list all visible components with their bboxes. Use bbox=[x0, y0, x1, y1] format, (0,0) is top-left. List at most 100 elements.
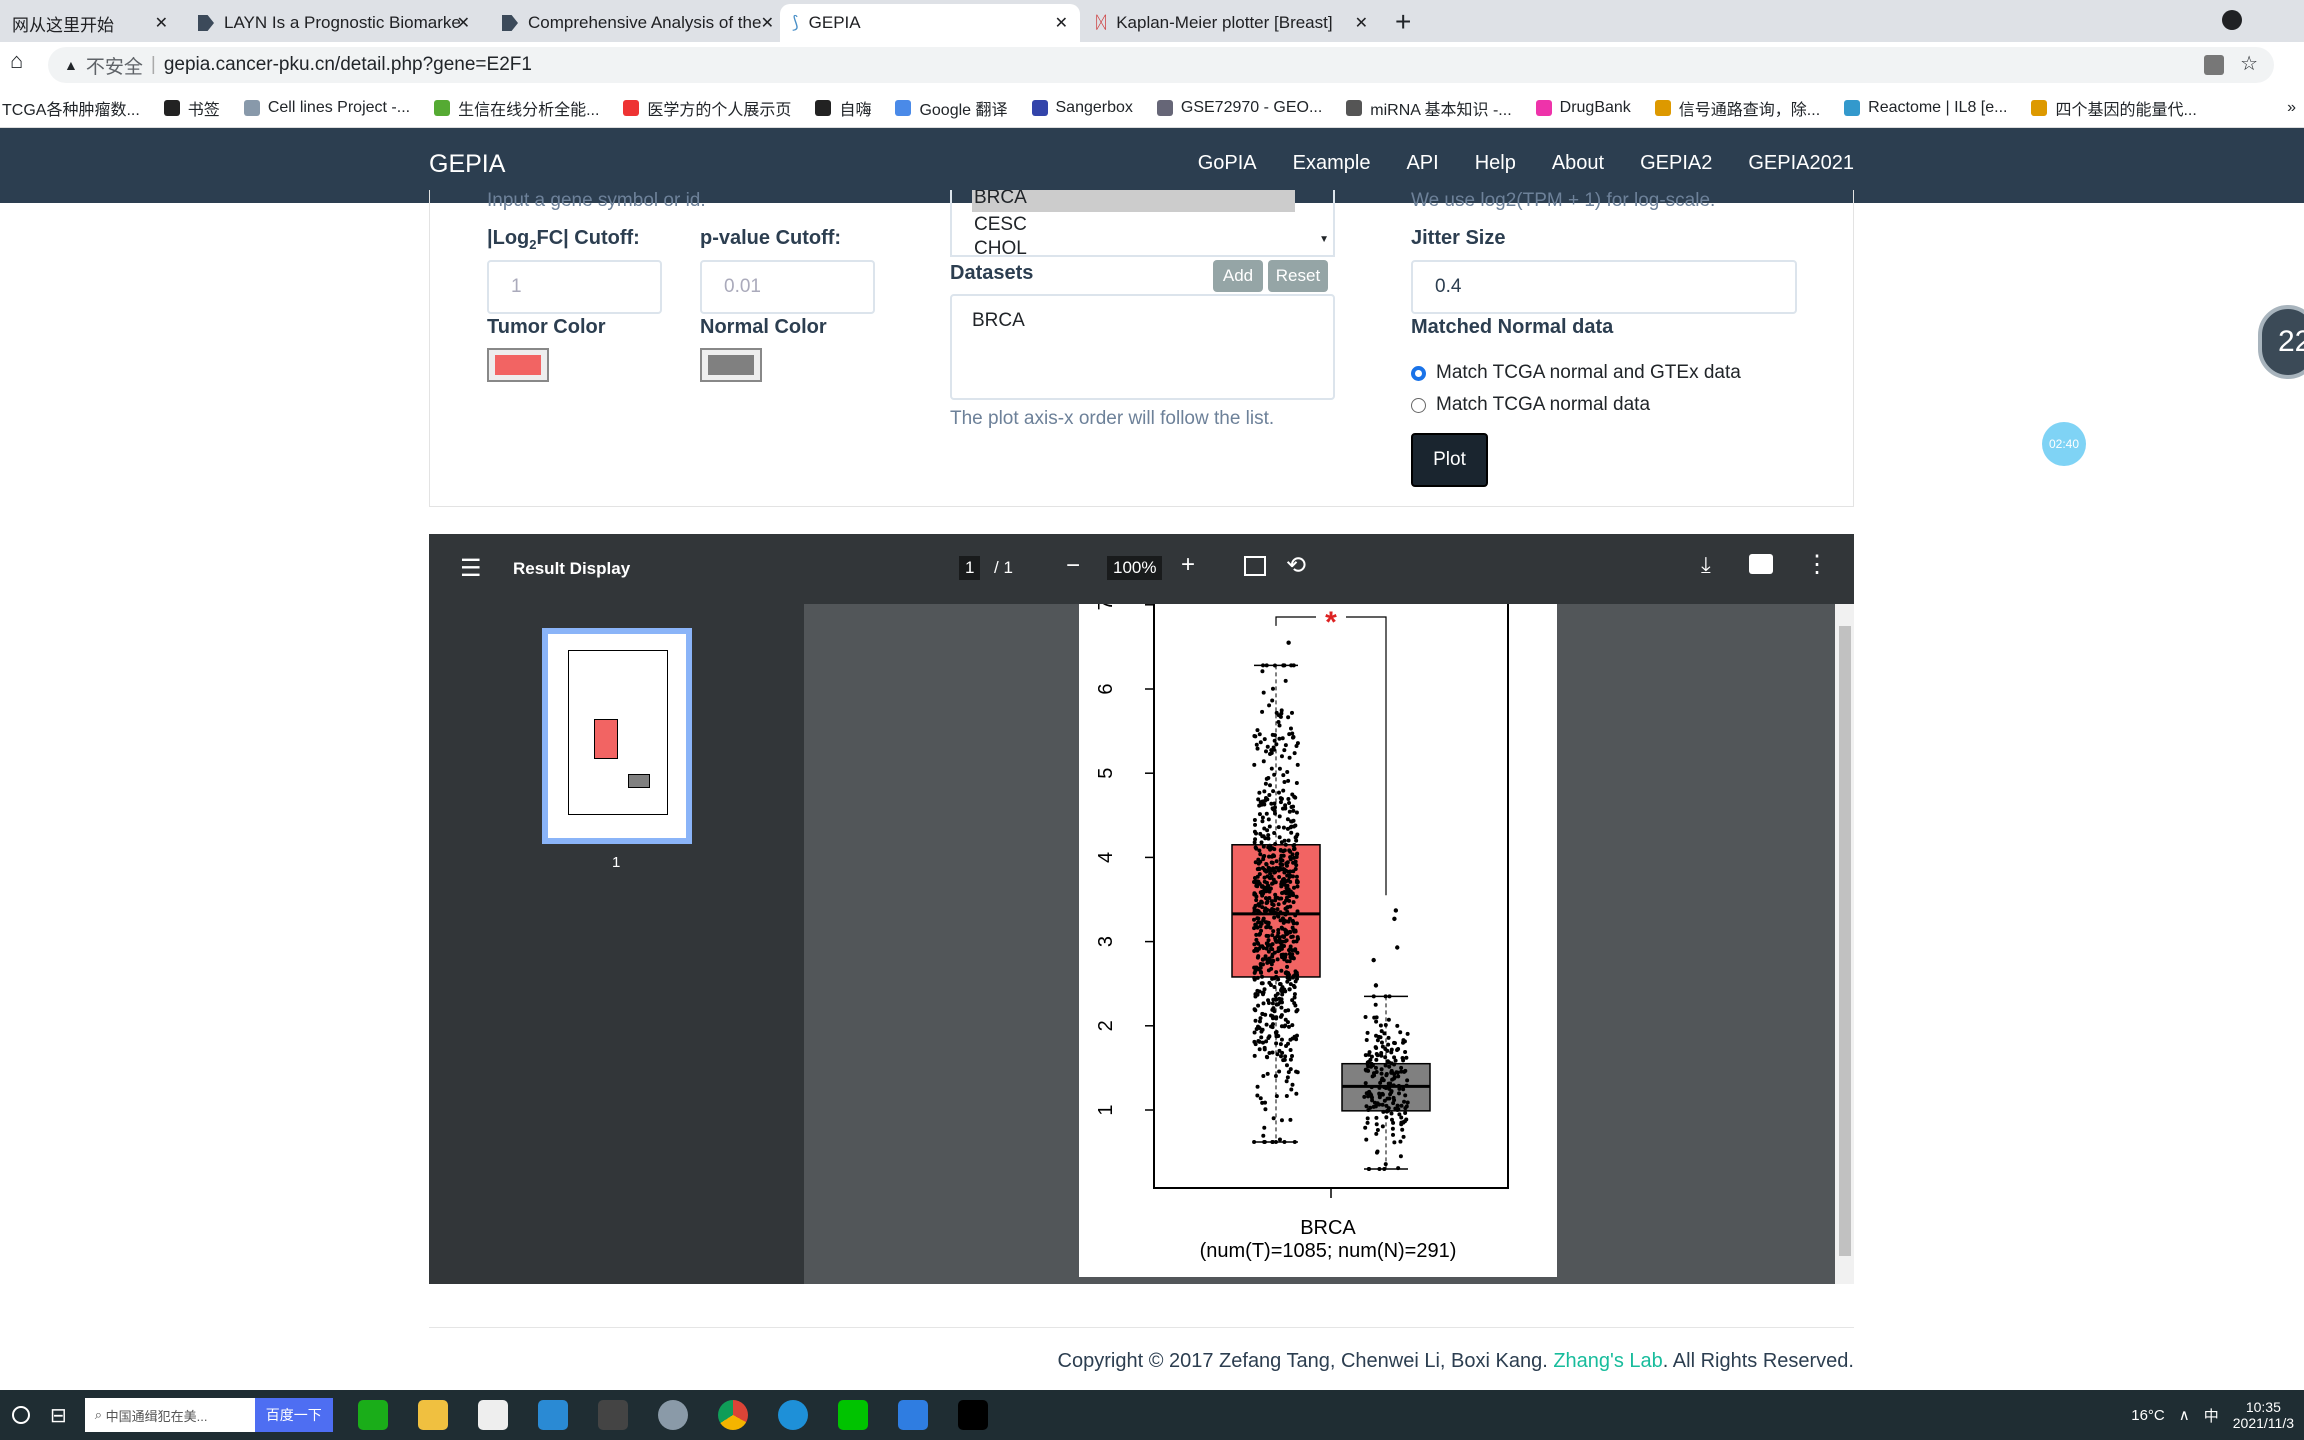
mail-icon[interactable] bbox=[537, 1400, 568, 1430]
nav-gepia2[interactable]: GEPIA2 bbox=[1640, 152, 1712, 175]
radio-tcga[interactable]: Match TCGA normal data bbox=[1411, 394, 1650, 416]
bookmark[interactable]: 生信在线分析全能... bbox=[434, 96, 599, 120]
jitter-point bbox=[1392, 1040, 1397, 1045]
plot-button[interactable]: Plot bbox=[1411, 433, 1488, 487]
jitter-point bbox=[1252, 818, 1257, 823]
brand[interactable]: GEPIA bbox=[429, 150, 505, 179]
pvalue-cutoff-input[interactable]: 0.01 bbox=[700, 260, 875, 314]
weather[interactable]: 16°C bbox=[2131, 1407, 2165, 1424]
tab[interactable]: 网从这里开始 ✕ bbox=[0, 4, 180, 42]
chrome-icon[interactable] bbox=[717, 1400, 748, 1430]
floating-badge[interactable]: 22 bbox=[2258, 305, 2304, 379]
page-number-input[interactable]: 1 bbox=[959, 556, 981, 580]
zoom-input[interactable]: 100% bbox=[1107, 556, 1163, 580]
close-tab-icon[interactable]: ✕ bbox=[457, 13, 470, 33]
jitter-point bbox=[1372, 1015, 1377, 1020]
translate-icon[interactable] bbox=[2204, 55, 2224, 75]
close-tab-icon[interactable]: ✕ bbox=[761, 13, 774, 33]
jitter-point bbox=[1378, 1092, 1383, 1097]
reset-button[interactable]: Reset bbox=[1268, 260, 1328, 292]
radio-tcga-gtex[interactable]: Match TCGA normal and GTEx data bbox=[1411, 362, 1741, 384]
bookmark[interactable]: Sangerbox bbox=[1031, 99, 1133, 117]
nav-about[interactable]: About bbox=[1552, 152, 1604, 175]
bookmark[interactable]: Cell lines Project -... bbox=[243, 99, 410, 117]
scrollbar-thumb[interactable] bbox=[1839, 626, 1851, 1256]
bookmark[interactable]: TCGA各种肿瘤数... bbox=[2, 96, 140, 120]
zoom-in-icon[interactable]: + bbox=[1181, 551, 1195, 579]
task-view-icon[interactable]: ⊟ bbox=[50, 1403, 67, 1428]
baidu-search-button[interactable]: 百度一下 bbox=[254, 1398, 333, 1432]
menu-icon[interactable]: ☰ bbox=[460, 554, 482, 583]
nav-example[interactable]: Example bbox=[1293, 152, 1371, 175]
close-tab-icon[interactable]: ✕ bbox=[1355, 13, 1368, 33]
print-icon[interactable] bbox=[1749, 554, 1773, 574]
file-explorer-icon[interactable] bbox=[417, 1400, 448, 1430]
tray-chevron-icon[interactable]: ∧ bbox=[2179, 1406, 2190, 1424]
jitter-size-input[interactable]: 0.4 bbox=[1411, 260, 1797, 314]
bookmark[interactable]: DrugBank bbox=[1535, 99, 1631, 117]
page-thumbnail[interactable] bbox=[542, 628, 692, 844]
download-icon[interactable]: ⤓ bbox=[1701, 552, 1711, 578]
wechat-icon[interactable] bbox=[357, 1400, 388, 1430]
radio-checked-icon[interactable] bbox=[1411, 365, 1426, 381]
bookmark[interactable]: 医学方的个人展示页 bbox=[623, 96, 791, 120]
rotate-icon[interactable]: ⟲ bbox=[1286, 551, 1306, 580]
iqiyi-icon[interactable] bbox=[837, 1400, 868, 1430]
ime-indicator[interactable]: 中 bbox=[2204, 1405, 2219, 1426]
app-icon[interactable] bbox=[897, 1400, 928, 1430]
nav-gopia[interactable]: GoPIA bbox=[1198, 152, 1257, 175]
edge-icon[interactable] bbox=[777, 1400, 808, 1430]
zoom-out-icon[interactable]: − bbox=[1066, 552, 1080, 580]
address-bar[interactable]: ▲ 不安全 | gepia.cancer-pku.cn/detail.php?ge… bbox=[48, 47, 2274, 83]
tab-active[interactable]: ⟆ GEPIA ✕ bbox=[780, 4, 1080, 42]
bookmarks-more[interactable]: » bbox=[2287, 99, 2304, 117]
close-tab-icon[interactable]: ✕ bbox=[155, 13, 168, 33]
new-tab-button[interactable]: + bbox=[1395, 6, 1411, 38]
sublime-icon[interactable] bbox=[597, 1400, 628, 1430]
timer-bubble[interactable]: 02:40 bbox=[2042, 422, 2086, 466]
clock[interactable]: 10:35 2021/11/3 bbox=[2233, 1399, 2294, 1431]
jitter-point bbox=[1295, 832, 1300, 837]
scrollbar[interactable] bbox=[1835, 604, 1854, 1284]
tab[interactable]: LAYN Is a Prognostic Biomarke ✕ bbox=[186, 4, 482, 42]
jitter-point bbox=[1292, 992, 1297, 997]
close-tab-icon[interactable]: ✕ bbox=[1055, 13, 1068, 33]
star-icon[interactable]: ☆ bbox=[2240, 51, 2258, 76]
bookmark[interactable]: 书签 bbox=[163, 96, 220, 120]
nav-gepia2021[interactable]: GEPIA2021 bbox=[1748, 152, 1854, 175]
add-button[interactable]: Add bbox=[1213, 260, 1263, 292]
zhangs-lab-link[interactable]: Zhang's Lab bbox=[1553, 1350, 1662, 1372]
bookmark[interactable]: 自嗨 bbox=[815, 96, 871, 120]
more-options-icon[interactable]: ⋮ bbox=[1805, 550, 1829, 579]
dataset-select[interactable]: BRCA CESC CHOL ▼ bbox=[950, 190, 1335, 257]
log2fc-cutoff-input[interactable]: 1 bbox=[487, 260, 662, 314]
jitter-point bbox=[1385, 1096, 1390, 1101]
r-icon[interactable] bbox=[657, 1400, 688, 1430]
profile-icon[interactable] bbox=[2222, 10, 2242, 30]
normal-color-picker[interactable] bbox=[700, 348, 762, 382]
scroll-down-icon[interactable]: ▼ bbox=[1319, 234, 1329, 245]
bookmark[interactable]: 信号通路查询，除... bbox=[1654, 96, 1820, 120]
store-icon[interactable] bbox=[477, 1400, 508, 1430]
jitter-point bbox=[1285, 975, 1290, 980]
tab[interactable]: Comprehensive Analysis of the ✕ bbox=[490, 4, 786, 42]
bookmark[interactable]: 四个基因的能量代... bbox=[2031, 96, 2197, 120]
tumor-color-picker[interactable] bbox=[487, 348, 549, 382]
bookmark[interactable]: miRNA 基本知识 -... bbox=[1346, 96, 1512, 120]
tab[interactable]: ᛞ Kaplan-Meier plotter [Breast] ✕ bbox=[1084, 4, 1380, 42]
bookmark[interactable]: Reactome | IL8 [e... bbox=[1844, 99, 2007, 117]
bookmark[interactable]: Google 翻译 bbox=[895, 96, 1008, 120]
nav-help[interactable]: Help bbox=[1475, 152, 1516, 175]
radio-unchecked-icon[interactable] bbox=[1411, 397, 1426, 413]
fit-page-icon[interactable] bbox=[1244, 556, 1266, 576]
taskbar-search-input[interactable]: ⌕ 中国通缉犯在美... bbox=[84, 1398, 255, 1432]
datasets-textarea[interactable]: BRCA bbox=[950, 294, 1335, 400]
dnet-icon[interactable] bbox=[957, 1400, 988, 1430]
start-icon[interactable] bbox=[12, 1406, 30, 1424]
home-icon[interactable]: ⌂ bbox=[10, 48, 23, 74]
jitter-point bbox=[1252, 1030, 1257, 1035]
bookmark[interactable]: GSE72970 - GEO... bbox=[1156, 99, 1322, 117]
nav-api[interactable]: API bbox=[1406, 152, 1438, 175]
bookmark-icon bbox=[1535, 99, 1552, 116]
jitter-point bbox=[1295, 851, 1300, 856]
